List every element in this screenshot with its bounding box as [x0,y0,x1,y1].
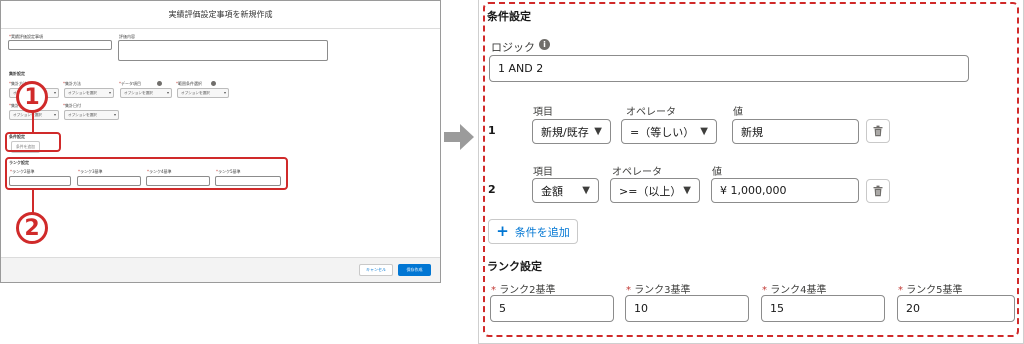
rank5-label: * ランク5基準 [898,285,963,296]
info-icon [211,81,216,86]
callout-marker-2: 2 [16,212,48,244]
delete-condition-button[interactable] [866,179,890,203]
highlight-condition-box [5,132,61,152]
modal-body: *実績評価設定事項 評価内容 集計設定 *集計方法 *集計方法 *データ項目 *… [1,29,440,257]
condition-value-text: 新規 [741,125,763,139]
condition-field-select[interactable]: 新規/既存 ▼ [532,119,611,144]
condition-field-label: 項目 [533,167,553,178]
thumb-setting-name-input[interactable] [8,40,112,50]
connector-line-2 [32,190,34,214]
condition-field-value: 金額 [541,184,563,198]
info-icon [157,81,162,86]
condition-value-text: ¥ 1,000,000 [720,184,787,197]
rank5-input[interactable]: 20 [897,295,1015,322]
condition-operator-select[interactable]: =（等しい） ▼ [621,119,717,144]
condition-field-label: 項目 [533,107,553,118]
thumb-eval-content-textarea[interactable] [118,40,328,61]
thumb-save-button[interactable]: 保存作成 [398,264,431,276]
rank4-input[interactable]: 15 [761,295,885,322]
modal-header: 実績評価設定事項を新規作成 [1,1,440,29]
condition-operator-label: オペレータ [612,167,662,178]
thumb-label-data-item: *データ項目 [119,81,141,86]
rank3-value: 10 [634,302,648,315]
highlight-rank-box [5,157,288,190]
plus-icon: + [496,222,509,240]
rank2-value: 5 [499,302,506,315]
arrow-right-icon [444,124,474,150]
add-condition-label: 条件を追加 [514,225,570,239]
modal-footer: キャンセル 保存作成 [1,257,440,282]
trash-icon [873,125,883,137]
condition-field-value: 新規/既存 [541,125,589,139]
rank4-value: 15 [770,302,784,315]
chevron-down-icon: ▼ [683,185,691,196]
condition-row-number: 1 [488,124,496,137]
thumb-select-4[interactable]: オプションを選択 [177,88,229,98]
info-icon: i [539,39,550,50]
thumb-select-2[interactable]: オプションを選択 [64,88,114,98]
condition-row-number: 2 [488,183,496,196]
trash-icon [873,185,883,197]
chevron-down-icon: ▼ [700,126,708,137]
modal-title: 実績評価設定事項を新規作成 [168,10,273,19]
condition-operator-select[interactable]: >=（以上） ▼ [610,178,700,203]
rank2-input[interactable]: 5 [490,295,614,322]
condition-value-input[interactable]: 新規 [732,119,859,144]
rank-section-title: ランク設定 [487,260,542,273]
thumb-label-agg-method-2: *集計方法 [63,81,81,86]
condition-field-select[interactable]: 金額 ▼ [532,178,599,203]
condition-section-title: 条件設定 [487,10,531,23]
rank2-label: * ランク2基準 [491,285,556,296]
thumb-select-3[interactable]: オプションを選択 [120,88,172,98]
condition-operator-label: オペレータ [626,107,676,118]
delete-condition-button[interactable] [866,119,890,143]
zoomed-panel: 条件設定 ロジック i 1 AND 2 1 項目 オペレータ 値 新規/既存 ▼… [478,0,1024,344]
condition-operator-value: >=（以上） [619,184,682,198]
logic-label: ロジック [491,41,535,54]
rank4-label: * ランク4基準 [762,285,827,296]
add-condition-button[interactable]: + 条件を追加 [488,219,578,244]
condition-value-label: 値 [733,107,743,118]
logic-input[interactable]: 1 AND 2 [489,55,969,82]
condition-value-label: 値 [712,167,722,178]
thumb-section-aggregation: 集計設定 [9,71,25,76]
condition-operator-value: =（等しい） [630,125,695,139]
callout-marker-1: 1 [16,81,48,113]
condition-value-input[interactable]: ¥ 1,000,000 [711,178,859,203]
rank5-value: 20 [906,302,920,315]
modal-thumbnail: 実績評価設定事項を新規作成 *実績評価設定事項 評価内容 集計設定 *集計方法 … [0,0,441,283]
logic-input-value: 1 AND 2 [498,62,544,75]
chevron-down-icon: ▼ [582,185,590,196]
thumb-label-range: *範囲条件選択 [176,81,202,86]
rank3-label: * ランク3基準 [626,285,691,296]
thumb-label-agg-date: *集計日付 [63,103,81,108]
thumb-select-6[interactable]: オプションを選択 [64,110,119,120]
thumb-cancel-button[interactable]: キャンセル [359,264,393,276]
chevron-down-icon: ▼ [594,126,602,137]
rank3-input[interactable]: 10 [625,295,749,322]
